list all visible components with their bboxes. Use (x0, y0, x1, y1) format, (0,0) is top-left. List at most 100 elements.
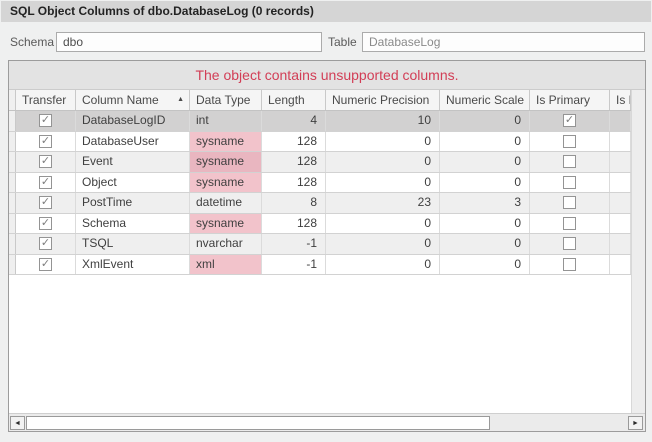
schema-label: Schema (10, 32, 54, 52)
length-cell[interactable]: 4 (262, 111, 326, 131)
is-primary-checkbox[interactable] (563, 258, 576, 271)
column-header-column-name[interactable]: Column Name ▲ (76, 90, 190, 110)
column-header-column-name-label: Column Name (82, 93, 159, 107)
is-primary-checkbox[interactable] (563, 217, 576, 230)
row-indicator (9, 111, 16, 131)
column-name-cell[interactable]: Object (76, 173, 190, 193)
column-name-cell[interactable]: XmlEvent (76, 255, 190, 275)
transfer-checkbox[interactable]: ✓ (39, 258, 52, 271)
numeric-scale-cell[interactable]: 3 (440, 193, 530, 213)
transfer-checkbox[interactable]: ✓ (39, 217, 52, 230)
column-header-data-type[interactable]: Data Type (190, 90, 262, 110)
is-primary-checkbox[interactable] (563, 196, 576, 209)
numeric-precision-cell[interactable]: 0 (326, 214, 440, 234)
numeric-scale-cell[interactable]: 0 (440, 234, 530, 254)
transfer-checkbox[interactable]: ✓ (39, 196, 52, 209)
transfer-checkbox[interactable]: ✓ (39, 176, 52, 189)
schema-input[interactable] (56, 32, 322, 52)
column-header-is-primary[interactable]: Is Primary (530, 90, 610, 110)
numeric-precision-cell[interactable]: 0 (326, 152, 440, 172)
numeric-scale-cell[interactable]: 0 (440, 173, 530, 193)
is-primary-checkbox[interactable] (563, 135, 576, 148)
transfer-checkbox[interactable]: ✓ (39, 114, 52, 127)
data-type-cell[interactable]: sysname (190, 214, 262, 234)
is-primary-cell: ✓ (530, 111, 610, 131)
data-type-cell[interactable]: sysname (190, 132, 262, 152)
is-primary-checkbox[interactable] (563, 237, 576, 250)
row-indicator (9, 234, 16, 254)
scroll-left-button[interactable]: ◄ (10, 416, 25, 430)
column-name-cell[interactable]: DatabaseUser (76, 132, 190, 152)
column-header-transfer[interactable]: Transfer (16, 90, 76, 110)
column-name-cell[interactable]: DatabaseLogID (76, 111, 190, 131)
horizontal-scrollbar-thumb[interactable] (26, 416, 490, 430)
header-indicator-cell (9, 90, 16, 110)
sort-ascending-icon: ▲ (177, 90, 184, 110)
is-foreign-cell[interactable] (610, 111, 631, 131)
data-type-cell[interactable]: nvarchar (190, 234, 262, 254)
length-cell[interactable]: 128 (262, 132, 326, 152)
table-row[interactable]: ✓TSQLnvarchar-100 (9, 234, 631, 255)
column-name-cell[interactable]: Event (76, 152, 190, 172)
length-cell[interactable]: 128 (262, 214, 326, 234)
length-cell[interactable]: -1 (262, 234, 326, 254)
sql-object-columns-panel: SQL Object Columns of dbo.DatabaseLog (0… (0, 0, 652, 442)
is-foreign-cell[interactable] (610, 255, 631, 275)
length-cell[interactable]: 128 (262, 152, 326, 172)
numeric-precision-cell[interactable]: 23 (326, 193, 440, 213)
transfer-cell: ✓ (16, 173, 76, 193)
transfer-cell: ✓ (16, 132, 76, 152)
column-header-numeric-precision[interactable]: Numeric Precision (326, 90, 440, 110)
column-name-cell[interactable]: Schema (76, 214, 190, 234)
numeric-scale-cell[interactable]: 0 (440, 214, 530, 234)
numeric-scale-cell[interactable]: 0 (440, 255, 530, 275)
numeric-precision-cell[interactable]: 0 (326, 173, 440, 193)
table-row[interactable]: ✓Eventsysname12800 (9, 152, 631, 173)
column-header-is-foreign[interactable]: Is Fore (610, 90, 631, 110)
is-foreign-cell[interactable] (610, 214, 631, 234)
transfer-checkbox[interactable]: ✓ (39, 155, 52, 168)
column-name-cell[interactable]: PostTime (76, 193, 190, 213)
column-header-numeric-scale[interactable]: Numeric Scale (440, 90, 530, 110)
length-cell[interactable]: 128 (262, 173, 326, 193)
table-input[interactable] (362, 32, 645, 52)
transfer-checkbox[interactable]: ✓ (39, 237, 52, 250)
grid-body: ✓DatabaseLogIDint4100✓✓DatabaseUsersysna… (9, 111, 631, 275)
numeric-scale-cell[interactable]: 0 (440, 152, 530, 172)
table-row[interactable]: ✓XmlEventxml-100 (9, 255, 631, 276)
data-type-cell[interactable]: int (190, 111, 262, 131)
transfer-checkbox[interactable]: ✓ (39, 135, 52, 148)
is-primary-cell (530, 255, 610, 275)
numeric-scale-cell[interactable]: 0 (440, 111, 530, 131)
data-type-cell[interactable]: datetime (190, 193, 262, 213)
horizontal-scrollbar[interactable]: ◄ ► (9, 413, 645, 431)
table-row[interactable]: ✓DatabaseUsersysname12800 (9, 132, 631, 153)
data-type-cell[interactable]: sysname (190, 173, 262, 193)
table-row[interactable]: ✓ PostTimedatetime8233 (9, 193, 631, 214)
table-row[interactable]: ✓Schemasysname12800 (9, 214, 631, 235)
numeric-precision-cell[interactable]: 0 (326, 132, 440, 152)
data-type-cell[interactable]: sysname (190, 152, 262, 172)
vertical-scrollbar[interactable] (631, 90, 645, 413)
is-foreign-cell[interactable] (610, 132, 631, 152)
is-primary-checkbox[interactable] (563, 176, 576, 189)
is-foreign-cell[interactable] (610, 173, 631, 193)
numeric-precision-cell[interactable]: 0 (326, 234, 440, 254)
table-row[interactable]: ✓Objectsysname12800 (9, 173, 631, 194)
is-foreign-cell[interactable] (610, 193, 631, 213)
is-foreign-cell[interactable] (610, 152, 631, 172)
column-header-length[interactable]: Length (262, 90, 326, 110)
scroll-right-button[interactable]: ► (628, 416, 643, 430)
numeric-scale-cell[interactable]: 0 (440, 132, 530, 152)
column-name-cell[interactable]: TSQL (76, 234, 190, 254)
length-cell[interactable]: -1 (262, 255, 326, 275)
row-indicator (9, 152, 16, 172)
data-type-cell[interactable]: xml (190, 255, 262, 275)
is-foreign-cell[interactable] (610, 234, 631, 254)
numeric-precision-cell[interactable]: 0 (326, 255, 440, 275)
is-primary-checkbox[interactable] (563, 155, 576, 168)
table-row[interactable]: ✓ DatabaseLogIDint4100 ✓ (9, 111, 631, 132)
is-primary-checkbox[interactable]: ✓ (563, 114, 576, 127)
numeric-precision-cell[interactable]: 10 (326, 111, 440, 131)
length-cell[interactable]: 8 (262, 193, 326, 213)
